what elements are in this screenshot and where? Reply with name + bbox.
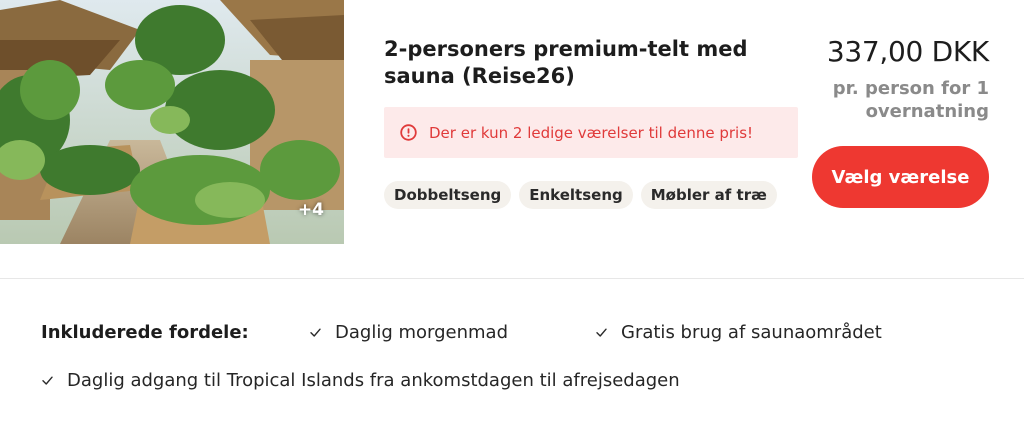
select-room-button[interactable]: Vælg værelse — [812, 146, 989, 208]
alert-text: Der er kun 2 ledige værelser til denne p… — [429, 123, 754, 142]
benefit-text: Daglig morgenmad — [335, 322, 508, 343]
benefits-label: Inkluderede fordele: — [41, 322, 249, 343]
check-icon — [41, 374, 54, 387]
price-unit: pr. person for 1 overnatning — [832, 78, 989, 122]
feature-tag: Møbler af træ — [640, 181, 777, 209]
check-icon — [595, 326, 608, 339]
benefit-item: Daglig adgang til Tropical Islands fra a… — [41, 370, 680, 391]
benefit-item: Gratis brug af saunaområdet — [595, 322, 882, 343]
price: 337,00 DKK — [826, 35, 989, 68]
room-features: Dobbeltseng Enkeltseng Møbler af træ — [384, 181, 777, 209]
room-photo[interactable]: +4 — [0, 0, 344, 244]
room-offer-card: +4 2-personers premium-telt med sauna (R… — [0, 0, 1024, 430]
check-icon — [309, 326, 322, 339]
alert-circle-icon — [400, 124, 417, 141]
room-title: 2-personers premium-telt med sauna (Reis… — [384, 37, 748, 88]
availability-alert: Der er kun 2 ledige værelser til denne p… — [384, 107, 798, 158]
divider — [0, 278, 1024, 279]
benefit-text: Gratis brug af saunaområdet — [621, 322, 882, 343]
room-photo-image — [0, 0, 344, 244]
feature-tag: Enkeltseng — [519, 181, 633, 209]
photo-count-badge[interactable]: +4 — [298, 200, 324, 220]
feature-tag: Dobbeltseng — [384, 181, 512, 209]
benefit-text: Daglig adgang til Tropical Islands fra a… — [67, 370, 680, 391]
benefit-item: Daglig morgenmad — [309, 322, 508, 343]
